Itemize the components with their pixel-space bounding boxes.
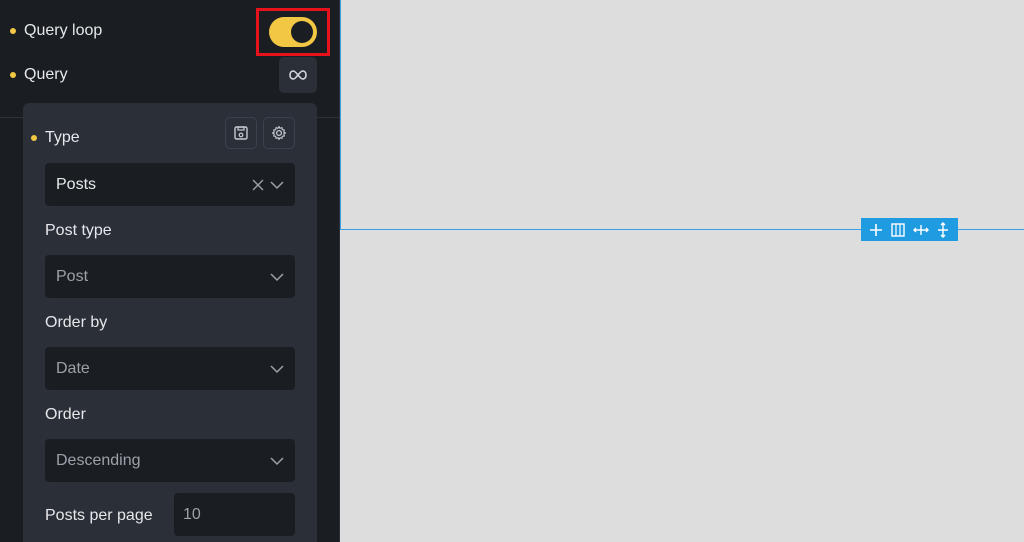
query-popup-panel: Type Posts Post type Post Order by Date … [23, 103, 317, 542]
indicator-dot [31, 135, 37, 141]
post-type-label: Post type [45, 222, 112, 239]
columns-icon[interactable] [889, 221, 907, 239]
sidebar: Query loop Query Type Posts Post type Po… [0, 0, 340, 542]
move-horizontal-icon[interactable] [912, 221, 930, 239]
gear-icon [271, 125, 287, 141]
order-by-select[interactable]: Date [45, 347, 295, 390]
chevron-down-icon [270, 456, 284, 465]
order-by-value: Date [56, 359, 90, 377]
query-loop-row: Query loop [10, 22, 102, 40]
type-row: Type [31, 129, 80, 147]
canvas-section-border [340, 0, 341, 230]
order-value: Descending [56, 451, 141, 469]
move-vertical-icon[interactable] [934, 221, 952, 239]
order-label: Order [45, 406, 86, 423]
type-label: Type [45, 129, 80, 146]
indicator-dot [10, 72, 16, 78]
type-value: Posts [56, 175, 97, 193]
posts-per-page-label: Posts per page [45, 507, 153, 524]
save-template-button[interactable] [225, 117, 257, 149]
plus-icon[interactable] [867, 221, 885, 239]
query-row: Query [10, 66, 68, 84]
query-settings-gear-button[interactable] [263, 117, 295, 149]
order-select[interactable]: Descending [45, 439, 295, 482]
posts-per-page-placeholder: 10 [183, 505, 201, 523]
query-settings-button[interactable] [279, 57, 317, 93]
toggle-knob [291, 21, 313, 43]
close-icon[interactable] [252, 179, 264, 191]
indicator-dot [10, 28, 16, 34]
query-loop-label: Query loop [24, 22, 103, 39]
post-type-select[interactable]: Post [45, 255, 295, 298]
post-type-value: Post [56, 267, 89, 285]
posts-per-page-input[interactable]: 10 [174, 493, 295, 536]
type-select[interactable]: Posts [45, 163, 295, 206]
order-by-label: Order by [45, 314, 108, 331]
chevron-down-icon [270, 180, 284, 189]
infinity-icon [289, 70, 307, 80]
highlight-box [256, 8, 330, 56]
save-template-icon [234, 126, 248, 140]
element-toolbar [861, 218, 958, 241]
query-label: Query [24, 66, 68, 83]
chevron-down-icon [270, 272, 284, 281]
query-loop-toggle[interactable] [269, 17, 317, 47]
chevron-down-icon [270, 364, 284, 373]
